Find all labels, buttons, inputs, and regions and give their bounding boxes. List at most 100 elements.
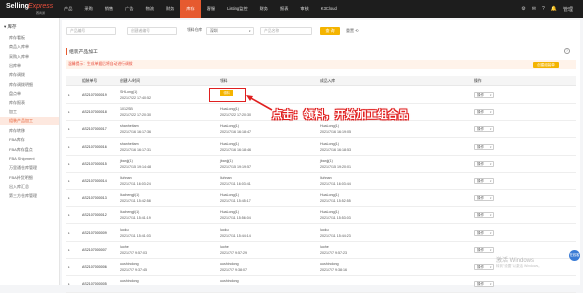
- order-no: AS2107000006: [82, 265, 107, 269]
- product-name-input[interactable]: 产品名称: [260, 27, 312, 35]
- nav-item[interactable]: 采购: [78, 0, 98, 18]
- operation-dropdown[interactable]: 操作: [474, 195, 494, 202]
- operation-dropdown[interactable]: 操作: [474, 126, 494, 133]
- nav-item[interactable]: 审核: [294, 0, 314, 18]
- sidebar-item[interactable]: 加工: [9, 109, 17, 115]
- claim-user: HuaLong(1): [220, 141, 239, 146]
- operation-dropdown[interactable]: 操作: [474, 160, 494, 167]
- nav-item[interactable]: 销售: [99, 0, 119, 18]
- sidebar-item[interactable]: 第三方仓库管理: [9, 193, 37, 199]
- stock-in-user: liuhnan: [320, 176, 332, 180]
- sidebar-item[interactable]: FBA库存: [9, 137, 25, 143]
- nav-item[interactable]: Listing监控: [221, 0, 253, 18]
- nav-item[interactable]: 库存: [180, 0, 201, 18]
- sidebar-heading[interactable]: ▾ 库存: [4, 24, 17, 30]
- expand-icon[interactable]: ▸: [68, 213, 70, 217]
- sidebar-item[interactable]: 盘点单: [9, 91, 21, 97]
- sidebar-item[interactable]: 商品入库单: [9, 44, 29, 50]
- claim-user: liuhnan: [220, 176, 232, 180]
- nav-item[interactable]: 财务: [254, 0, 274, 18]
- operation-dropdown[interactable]: 操作: [474, 212, 494, 219]
- expand-icon[interactable]: ▸: [68, 179, 70, 183]
- settings-icon[interactable]: ⚙: [521, 6, 525, 12]
- stock-in-user: HuaLong(1): [320, 210, 339, 215]
- sidebar-item[interactable]: 出入库汇总: [9, 184, 29, 190]
- sidebar-item[interactable]: FBA库存盘点: [9, 147, 33, 153]
- create-assembly-button[interactable]: 创建组装单: [533, 62, 559, 68]
- claim-time: 2021/7/7 9:38:07: [220, 268, 247, 272]
- main-content: 产品编号 创建者编号 领料仓库 深圳 ▼ 产品名称 查 询 重置 ⟲ 组装产品加工…: [62, 20, 580, 293]
- nav-item[interactable]: K3Cloud: [315, 0, 343, 18]
- help-icon[interactable]: ?: [542, 6, 545, 12]
- creator-name: shanheitam: [120, 124, 139, 129]
- created-time: 2021/7/11 16:03:24: [120, 182, 151, 186]
- table-row: ▸ AS2107000019 SHLong(1) 2021/7/22 17:40:52…: [66, 87, 576, 104]
- sidebar-item[interactable]: 万里通仓库管理: [9, 165, 37, 171]
- logo-accent-text: Express: [28, 3, 54, 10]
- section-title: 组装产品加工: [66, 48, 98, 55]
- operation-dropdown[interactable]: 操作: [474, 143, 494, 150]
- sidebar-item[interactable]: FBA Shipment: [9, 156, 35, 161]
- sidebar-item[interactable]: 采购入库单: [9, 54, 29, 60]
- sidebar-item[interactable]: 库存调拨明细: [9, 82, 33, 88]
- col-creator: 创建人/时间: [120, 79, 141, 83]
- operation-dropdown[interactable]: 操作: [474, 264, 494, 270]
- expand-icon[interactable]: ▸: [68, 127, 70, 131]
- col-order-no: 组装单号: [82, 79, 98, 83]
- sidebar-item[interactable]: 库存报表: [9, 100, 25, 106]
- product-code-input[interactable]: 产品编号: [66, 27, 116, 35]
- table-header: 组装单号 创建人/时间 领料 成品入库 操作: [66, 76, 576, 86]
- operation-dropdown[interactable]: 操作: [474, 109, 494, 116]
- query-button[interactable]: 查 询: [320, 27, 340, 35]
- creator-name: liuchengji(1): [120, 193, 140, 198]
- operation-dropdown[interactable]: 操作: [474, 246, 494, 253]
- expand-icon[interactable]: ▸: [68, 196, 70, 200]
- creator-name: jbanjj(1): [120, 158, 133, 163]
- user-menu[interactable]: 管理: [563, 6, 573, 13]
- sidebar-item[interactable]: 出库单: [9, 63, 21, 69]
- expand-icon[interactable]: ▸: [68, 162, 70, 166]
- nav-item[interactable]: 报表: [274, 0, 294, 18]
- nav-item[interactable]: 财务: [160, 0, 180, 18]
- operation-dropdown[interactable]: 操作: [474, 178, 494, 184]
- col-claim: 领料: [220, 79, 228, 83]
- sidebar-item[interactable]: 库存调拨: [9, 72, 25, 78]
- expand-icon[interactable]: ▸: [68, 265, 70, 269]
- operation-dropdown[interactable]: 操作: [474, 229, 494, 236]
- expand-icon[interactable]: ▸: [68, 282, 70, 286]
- message-icon[interactable]: ✉: [532, 6, 536, 12]
- sidebar-item[interactable]: 库存转移: [9, 128, 25, 134]
- expand-icon[interactable]: ▸: [68, 145, 70, 149]
- help-circle-icon[interactable]: ?: [564, 48, 570, 54]
- operation-dropdown[interactable]: 操作: [474, 92, 494, 98]
- stock-in-user: uushindong: [320, 262, 339, 266]
- claim-user: uushindong: [220, 262, 239, 266]
- claim-warehouse-label: 领料仓库: [187, 28, 203, 32]
- nav-item[interactable]: 产品: [58, 0, 78, 18]
- expand-icon[interactable]: ▸: [68, 110, 70, 114]
- sidebar-item[interactable]: FBA补货明细: [9, 175, 33, 181]
- claim-warehouse-select[interactable]: 深圳 ▼: [206, 27, 254, 35]
- claim-time: 2021/7/11 15:56:04: [220, 216, 251, 221]
- notification-icon[interactable]: 🔔: [551, 6, 557, 12]
- table-row: ▸ AS2107000016 shanheitam 2021/7/16 16:17:3…: [66, 139, 576, 156]
- nav-item[interactable]: 客服: [201, 0, 221, 18]
- online-service-button[interactable]: 在线客服: [569, 250, 580, 268]
- reset-button[interactable]: 重置 ⟲: [346, 28, 358, 34]
- expand-icon[interactable]: ▸: [68, 231, 70, 235]
- expand-icon[interactable]: ▸: [68, 93, 70, 97]
- table-row: ▸ AS2107000012 liuchengji(1) 2021/7/11 15:4…: [66, 207, 576, 225]
- expand-icon[interactable]: ▸: [68, 248, 70, 252]
- claim-user: HuaLong(1): [220, 210, 239, 215]
- creator-code-input[interactable]: 创建者编号: [127, 27, 177, 35]
- operation-dropdown[interactable]: 操作: [474, 281, 494, 288]
- nav-item[interactable]: 物流: [140, 0, 160, 18]
- stock-in-user: luoku: [320, 227, 329, 232]
- callout-arrow-icon: [246, 95, 273, 111]
- brand-logo[interactable]: Selling Express 赛商通: [6, 3, 54, 15]
- sidebar-item[interactable]: 库存看板: [9, 35, 25, 41]
- sidebar-item[interactable]: 组装产品加工: [0, 116, 59, 125]
- order-no: AS2107000005: [82, 282, 107, 287]
- order-no: AS2107000009: [82, 230, 107, 235]
- nav-item[interactable]: 广告: [119, 0, 139, 18]
